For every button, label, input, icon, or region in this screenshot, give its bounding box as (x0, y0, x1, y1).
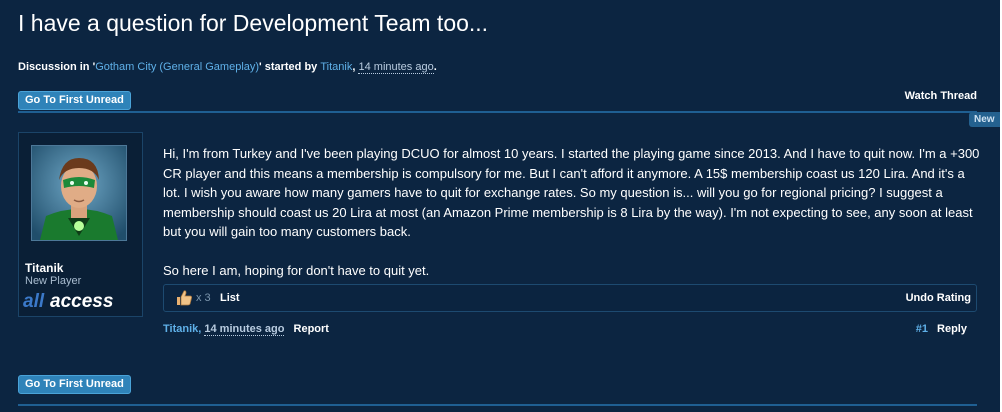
post-paragraph: So here I am, hoping for don't have to q… (163, 263, 430, 278)
divider-bottom (18, 404, 977, 406)
post-number-link[interactable]: #1 (916, 323, 928, 335)
thread-date: 14 minutes ago (358, 61, 434, 74)
go-to-first-unread-button-bottom[interactable]: Go To First Unread (18, 375, 131, 394)
svg-text:all: all (23, 291, 45, 311)
thread-title: I have a question for Development Team t… (18, 10, 489, 36)
post-message: Hi, I'm from Turkey and I've been playin… (163, 144, 981, 281)
undo-rating-link[interactable]: Undo Rating (906, 292, 971, 304)
desc-period: . (433, 61, 437, 73)
username[interactable]: Titanik (25, 261, 63, 275)
post-date[interactable]: 14 minutes ago (204, 323, 285, 336)
thread-description: Discussion in 'Gotham City (General Game… (18, 61, 437, 74)
discussion-prefix: Discussion in ' (18, 61, 96, 73)
user-info-panel: Titanik New Player all access (18, 132, 143, 317)
ratings-bar: x 3 List Undo Rating (163, 284, 977, 312)
watch-thread-link[interactable]: Watch Thread (905, 90, 977, 102)
green-lantern-avatar-icon (32, 146, 126, 240)
rating-count: x 3 (196, 292, 211, 304)
user-title: New Player (25, 275, 82, 287)
started-by-text: ' started by (259, 61, 321, 73)
post-author-link[interactable]: Titanik (163, 323, 198, 335)
post-paragraph: Hi, I'm from Turkey and I've been playin… (163, 146, 980, 239)
divider-top (18, 111, 977, 113)
go-to-first-unread-button[interactable]: Go To First Unread (18, 91, 131, 110)
thread-author-link[interactable]: Titanik (320, 61, 352, 73)
ratings-list-link[interactable]: List (220, 292, 240, 304)
post-meta: Titanik, 14 minutes ago Report #1 Reply (163, 323, 977, 337)
post-actions: #1 Reply (916, 323, 967, 335)
forum-link[interactable]: Gotham City (General Gameplay) (95, 61, 259, 73)
reply-link[interactable]: Reply (937, 323, 967, 335)
report-link[interactable]: Report (294, 323, 329, 335)
svg-text:access: access (50, 291, 113, 311)
avatar[interactable] (31, 145, 127, 241)
all-access-badge-icon: all access (23, 291, 113, 311)
new-post-tag: New (969, 112, 1000, 127)
thumbs-up-icon[interactable] (175, 290, 193, 306)
